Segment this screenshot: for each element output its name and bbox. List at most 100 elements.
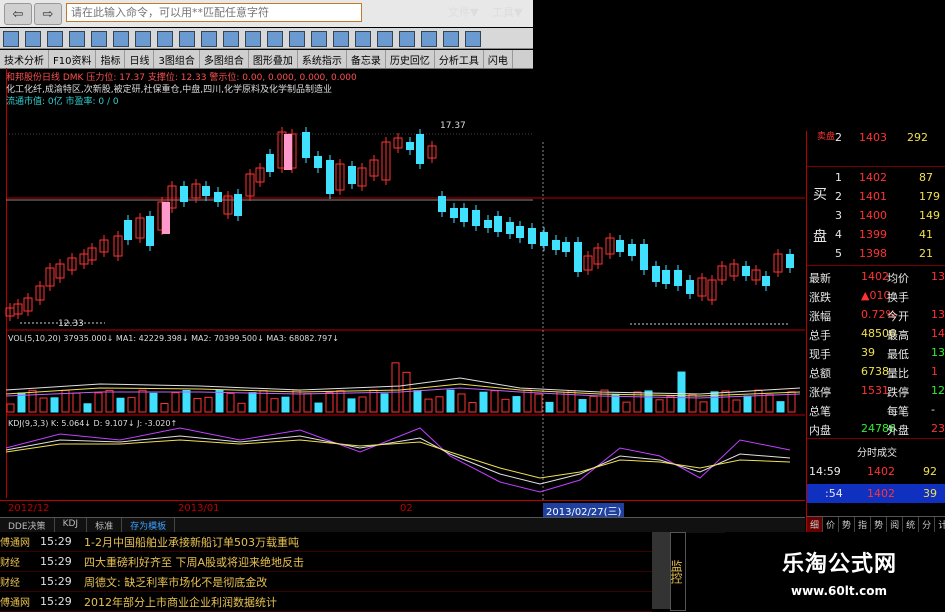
buy-price: 1399 [859, 228, 887, 241]
tick-selected-row[interactable]: :54 1402 39 [807, 484, 945, 503]
tool-icon[interactable] [201, 31, 217, 47]
volume-bar [215, 389, 224, 413]
tool-icon[interactable] [179, 31, 195, 47]
highlight-candle [284, 134, 292, 170]
tool-icon[interactable] [3, 31, 19, 47]
tool-icon[interactable] [399, 31, 415, 47]
news-item[interactable]: 傅通网 15:29 1-2月中国船舶业承接新船订单503万载重吨 [0, 532, 652, 552]
right-tab[interactable]: 分 [919, 517, 936, 532]
volume-bar [303, 393, 312, 413]
tool-icon[interactable] [333, 31, 349, 47]
tool-icon[interactable] [91, 31, 107, 47]
function-button[interactable]: F10资料 [49, 50, 97, 68]
menu-area: 文件▼ 工具▼ [448, 4, 522, 20]
function-button[interactable]: 图形叠加 [249, 50, 298, 68]
tool-icon[interactable] [377, 31, 393, 47]
function-button[interactable]: 备忘录 [347, 50, 386, 68]
right-tab[interactable]: 势 [839, 517, 856, 532]
function-button[interactable]: 系统指示 [298, 50, 347, 68]
tool-icon[interactable] [47, 31, 63, 47]
indicator-tab[interactable]: DDE决策 [0, 518, 55, 533]
buy-vol: 149 [919, 209, 940, 222]
function-button[interactable]: 历史回忆 [386, 50, 435, 68]
right-tabs: 细价势指势阅统分计 [807, 516, 945, 532]
news-time: 15:29 [40, 575, 72, 588]
function-button[interactable]: 技术分析 [0, 50, 49, 68]
quote-value: 39 [861, 346, 875, 359]
date-label: 2012/12 [8, 503, 50, 514]
monitor-button[interactable]: 监控 [669, 532, 686, 611]
function-button[interactable]: 多图组合 [200, 50, 249, 68]
tool-icon[interactable] [25, 31, 41, 47]
tool-icon[interactable] [69, 31, 85, 47]
function-button[interactable]: 闪电 [484, 50, 513, 68]
tool-icon[interactable] [421, 31, 437, 47]
right-tab[interactable]: 细 [807, 517, 824, 532]
arrow-right-icon: ⇨ [42, 6, 54, 22]
right-tab[interactable]: 势 [871, 517, 888, 532]
quote-label: 每笔 [887, 405, 909, 418]
tool-icon[interactable] [223, 31, 239, 47]
tool-icon[interactable] [311, 31, 327, 47]
volume-bar [226, 392, 235, 413]
tool-icon[interactable] [245, 31, 261, 47]
volume-bar [270, 398, 279, 413]
right-tab[interactable]: 价 [823, 517, 840, 532]
command-input[interactable] [66, 3, 362, 22]
highlight-candle [162, 202, 170, 234]
menu-file[interactable]: 文件▼ [448, 6, 478, 19]
candlestick-chart[interactable]: 17.37 12.33 VOL(5,10,20) 37935.000↓ MA1: 4… [0, 68, 805, 516]
volume-bar [171, 392, 180, 413]
volume-bar [160, 403, 169, 413]
news-list: 傅通网 15:29 1-2月中国船舶业承接新船订单503万载重吨 财经 15:29 四大重… [0, 532, 652, 612]
tool-icon[interactable] [443, 31, 459, 47]
right-tab[interactable]: 统 [903, 517, 920, 532]
right-tab[interactable]: 计 [935, 517, 945, 532]
tick-price: 1402 [867, 487, 895, 500]
tool-icon[interactable] [355, 31, 371, 47]
back-button[interactable]: ⇦ [4, 3, 32, 25]
date-axis: 2012/12 2013/01 02 2013/02/27(三) [0, 500, 805, 518]
quote-value: 14 [931, 327, 945, 340]
news-item[interactable]: 财经 15:29 周德文: 缺乏利率市场化不是彻底金改 [0, 572, 652, 592]
volume-bar [314, 402, 323, 413]
forward-button[interactable]: ⇨ [34, 3, 62, 25]
function-button[interactable]: 3图组合 [154, 50, 200, 68]
buy-price: 1402 [859, 171, 887, 184]
function-button[interactable]: 指标 [96, 50, 126, 68]
quote-label: 总额 [809, 367, 831, 380]
quote-label: 总手 [809, 329, 831, 342]
news-item[interactable]: 傅通网 15:29 2012年部分上市商业企业利润数据统计 [0, 592, 652, 612]
right-tab[interactable]: 阅 [887, 517, 904, 532]
quote-label: 涨停 [809, 386, 831, 399]
candle-down [742, 266, 750, 276]
volume-bar [501, 398, 510, 413]
quote-label: 涨幅 [809, 310, 831, 323]
indicator-tab[interactable]: KDJ [55, 518, 88, 533]
buy-price: 1400 [859, 209, 887, 222]
volume-bar [413, 390, 422, 413]
tool-icon[interactable] [267, 31, 283, 47]
volume-bar [127, 397, 136, 413]
function-button[interactable]: 日线 [125, 50, 155, 68]
volume-bar [325, 391, 334, 413]
candle-down [674, 270, 682, 286]
right-tab[interactable]: 指 [855, 517, 872, 532]
tool-icon[interactable] [289, 31, 305, 47]
menu-tool[interactable]: 工具▼ [492, 6, 522, 19]
news-item[interactable]: 财经 15:29 四大重磅利好齐至 下周A股或将迎来绝地反击 [0, 552, 652, 572]
tool-icon[interactable] [113, 31, 129, 47]
news-time: 15:29 [40, 555, 72, 568]
volume-bar [611, 393, 620, 413]
indicator-tab[interactable]: 存为模板 [122, 518, 176, 533]
cursor-date-label: 2013/02/27(三) [543, 503, 625, 518]
watermark-area: 乐淘公式网 www.60lt.com [725, 532, 945, 609]
indicator-tab[interactable]: 标准 [87, 518, 123, 533]
tool-icon[interactable] [465, 31, 481, 47]
vol-info: VOL(5,10,20) 37935.000↓ MA1: 42229.398↓ … [8, 334, 339, 343]
function-button[interactable]: 分析工具 [435, 50, 484, 68]
quote-value: 13 [931, 308, 945, 321]
tool-icon[interactable] [135, 31, 151, 47]
volume-bar [435, 396, 444, 413]
tool-icon[interactable] [157, 31, 173, 47]
